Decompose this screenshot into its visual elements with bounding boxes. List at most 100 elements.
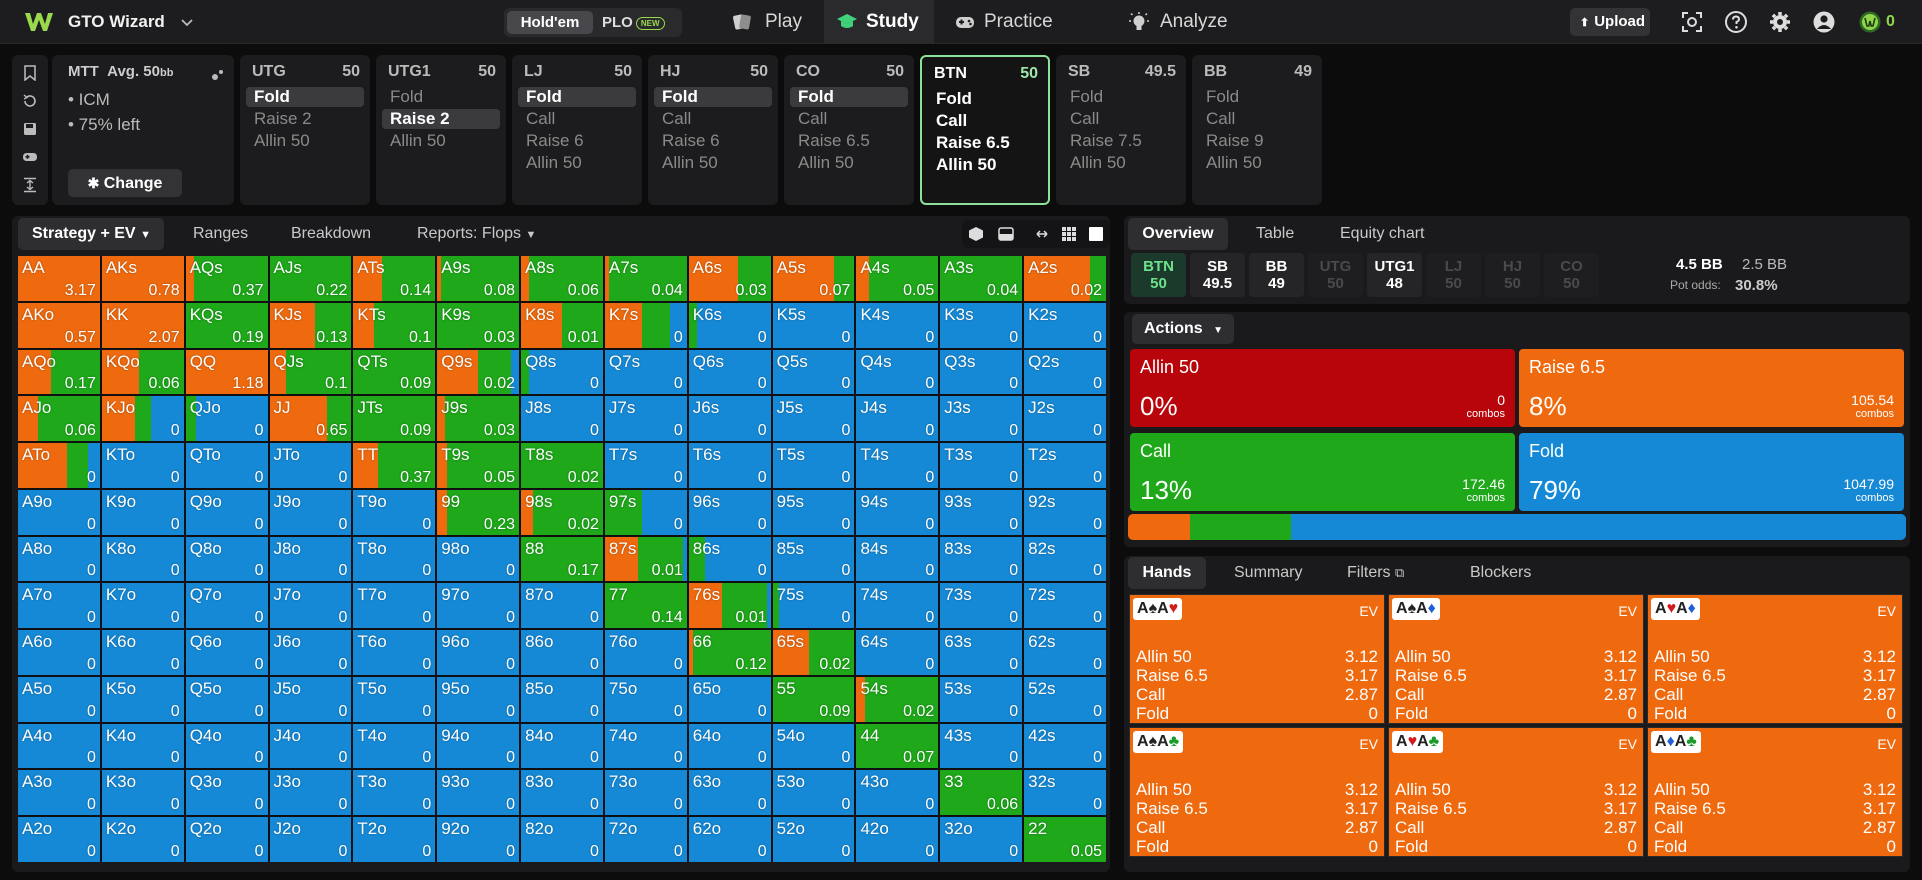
hand-cell[interactable]: A4o 0: [18, 723, 100, 769]
position-card-hj[interactable]: HJ 50 Fold Call Raise 6 Allin 50: [648, 55, 778, 205]
position-action[interactable]: Fold: [928, 89, 1046, 109]
hand-cell[interactable]: K9s 0.03: [437, 302, 520, 348]
settings-dots-icon[interactable]: [210, 67, 226, 83]
hand-cell[interactable]: 74s 0: [856, 583, 939, 629]
hand-cell[interactable]: Q5o 0: [185, 676, 268, 722]
hand-cell[interactable]: K7o 0: [101, 583, 184, 629]
tab-overview[interactable]: Overview: [1128, 218, 1228, 250]
hand-cell[interactable]: 63s 0: [940, 630, 1023, 675]
hand-cell[interactable]: 53s 0: [940, 676, 1023, 722]
cube-icon[interactable]: [967, 225, 985, 243]
position-action[interactable]: Raise 6.5: [928, 133, 1046, 153]
hand-cell[interactable]: 55 0.09: [772, 676, 855, 722]
hand-cell[interactable]: T7o 0: [353, 583, 436, 629]
hand-cell[interactable]: 97s 0: [604, 489, 687, 535]
hand-cell[interactable]: 86s 0: [688, 536, 771, 582]
hand-cell[interactable]: 86o 0: [521, 630, 603, 675]
hand-cell[interactable]: T5s 0: [772, 443, 855, 488]
hand-cell[interactable]: T3o 0: [353, 770, 436, 816]
hand-cell[interactable]: J7s 0: [604, 396, 687, 442]
player-chip-hj[interactable]: HJ 50: [1485, 253, 1540, 297]
hand-cell[interactable]: 75s 0: [772, 583, 855, 629]
position-action[interactable]: Call: [928, 111, 1046, 131]
hand-cell[interactable]: 43o 0: [856, 770, 939, 816]
wizard-logo-icon[interactable]: [24, 11, 54, 33]
hand-cell[interactable]: 43s 0: [940, 723, 1023, 769]
hand-cell[interactable]: JTs 0.09: [353, 396, 436, 442]
hand-cell[interactable]: 33 0.06: [940, 770, 1023, 816]
hand-cell[interactable]: J3s 0: [940, 396, 1023, 442]
hand-cell[interactable]: A7s 0.04: [604, 256, 687, 301]
hand-cell[interactable]: J8s 0: [521, 396, 603, 442]
hand-cell[interactable]: T7s 0: [604, 443, 687, 488]
hand-cell[interactable]: T4s 0: [856, 443, 939, 488]
hand-cell[interactable]: 84o 0: [521, 723, 603, 769]
hand-cell[interactable]: J9o 0: [269, 489, 352, 535]
hand-cell[interactable]: ATs 0.14: [353, 256, 436, 301]
hand-cell[interactable]: Q3s 0: [940, 349, 1023, 395]
hand-cell[interactable]: KQs 0.19: [185, 302, 268, 348]
hand-cell[interactable]: 32s 0: [1024, 770, 1106, 816]
expand-vertical-icon[interactable]: [22, 177, 38, 193]
hand-cell[interactable]: T9o 0: [353, 489, 436, 535]
hand-cell[interactable]: 42o 0: [856, 817, 939, 862]
action-box-call[interactable]: Call 13% 172.46 combos: [1130, 433, 1515, 511]
chevron-down-icon[interactable]: [179, 14, 195, 30]
hand-cell[interactable]: Q9s 0.02: [437, 349, 520, 395]
hand-cell[interactable]: K2o 0: [101, 817, 184, 862]
hand-cell[interactable]: 73o 0: [604, 770, 687, 816]
player-chip-utg[interactable]: UTG 50: [1308, 253, 1363, 297]
hand-cell[interactable]: AQs 0.37: [185, 256, 268, 301]
hand-cell[interactable]: Q6s 0: [688, 349, 771, 395]
hand-cell[interactable]: QJo 0: [185, 396, 268, 442]
nav-study[interactable]: Study: [824, 0, 934, 44]
tab-reports-flops[interactable]: Reports: Flops ▼: [417, 218, 536, 250]
hand-combo-card[interactable]: A♦A♣ EV Allin 50 3.12 Raise 6.5 3.17 Call 2.87 F…: [1647, 727, 1903, 857]
tab-filters[interactable]: Filters ⧉: [1347, 557, 1404, 589]
position-action[interactable]: Fold: [382, 87, 500, 107]
tab-hands[interactable]: Hands: [1128, 557, 1206, 589]
hand-cell[interactable]: 22 0.05: [1024, 817, 1106, 862]
hand-cell[interactable]: J5s 0: [772, 396, 855, 442]
hand-cell[interactable]: J4o 0: [269, 723, 352, 769]
hand-cell[interactable]: Q8o 0: [185, 536, 268, 582]
hand-cell[interactable]: A6s 0.03: [688, 256, 771, 301]
hand-cell[interactable]: A3s 0.04: [940, 256, 1023, 301]
hand-cell[interactable]: J8o 0: [269, 536, 352, 582]
hand-cell[interactable]: A9o 0: [18, 489, 100, 535]
hand-cell[interactable]: KJo 0: [101, 396, 184, 442]
hand-cell[interactable]: T2o 0: [353, 817, 436, 862]
hand-cell[interactable]: A2o 0: [18, 817, 100, 862]
hand-cell[interactable]: J7o 0: [269, 583, 352, 629]
hand-cell[interactable]: 97o 0: [437, 583, 520, 629]
hand-cell[interactable]: Q7o 0: [185, 583, 268, 629]
position-card-bb[interactable]: BB 49 Fold Call Raise 9 Allin 50: [1192, 55, 1322, 205]
screenshot-icon[interactable]: [1680, 10, 1704, 34]
position-action[interactable]: Allin 50: [654, 153, 772, 173]
hand-cell[interactable]: 87s 0.01: [604, 536, 687, 582]
position-action[interactable]: Fold: [518, 87, 636, 107]
hand-cell[interactable]: 64s 0: [856, 630, 939, 675]
hand-cell[interactable]: 99 0.23: [437, 489, 520, 535]
hand-cell[interactable]: K3o 0: [101, 770, 184, 816]
hand-cell[interactable]: 82s 0: [1024, 536, 1106, 582]
hand-cell[interactable]: K6o 0: [101, 630, 184, 675]
position-action[interactable]: Allin 50: [246, 131, 364, 151]
position-action[interactable]: Raise 6: [518, 131, 636, 151]
position-action[interactable]: Call: [1198, 109, 1316, 129]
hand-cell[interactable]: JTo 0: [269, 443, 352, 488]
position-action[interactable]: Fold: [1198, 87, 1316, 107]
split-view-icon[interactable]: [997, 225, 1015, 243]
hand-cell[interactable]: T2s 0: [1024, 443, 1106, 488]
hand-cell[interactable]: T8o 0: [353, 536, 436, 582]
hand-cell[interactable]: 82o 0: [521, 817, 603, 862]
hand-cell[interactable]: K8o 0: [101, 536, 184, 582]
hand-cell[interactable]: 72s 0: [1024, 583, 1106, 629]
hand-cell[interactable]: A7o 0: [18, 583, 100, 629]
hand-cell[interactable]: J2s 0: [1024, 396, 1106, 442]
hand-cell[interactable]: J9s 0.03: [437, 396, 520, 442]
hand-cell[interactable]: AA 3.17: [18, 256, 100, 301]
hand-cell[interactable]: 92o 0: [437, 817, 520, 862]
position-action[interactable]: Raise 2: [382, 109, 500, 129]
position-action[interactable]: Allin 50: [790, 153, 908, 173]
